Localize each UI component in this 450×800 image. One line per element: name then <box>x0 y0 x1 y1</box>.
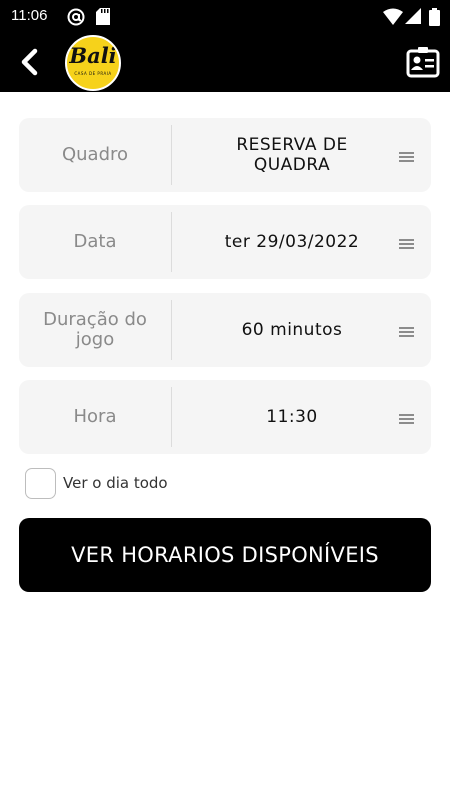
duration-label: Duração do jogo <box>43 309 147 350</box>
signal-icon <box>405 8 421 24</box>
whole-day-checkbox[interactable] <box>25 467 56 499</box>
whole-day-label: Ver o dia todo <box>63 474 168 492</box>
date-value: ter 29/03/2022 <box>224 232 360 252</box>
contact-card-button[interactable] <box>406 46 440 78</box>
time-value: 11:30 <box>266 407 318 427</box>
menu-lines-icon <box>399 414 414 425</box>
date-row[interactable]: Data ter 29/03/2022 <box>19 205 431 279</box>
show-available-times-button[interactable]: VER HORARIOS DISPONÍVEIS <box>19 518 431 592</box>
menu-lines-icon <box>399 152 414 163</box>
whole-day-option[interactable]: Ver o dia todo <box>25 467 168 499</box>
court-row[interactable]: Quadro RESERVA DE QUADRA <box>19 118 431 192</box>
logo-name: Bali <box>69 43 117 68</box>
sd-card-icon <box>96 8 110 25</box>
wifi-icon <box>383 8 403 25</box>
court-label: Quadro <box>61 144 129 165</box>
time-row[interactable]: Hora 11:30 <box>19 380 431 454</box>
contact-card-icon <box>406 47 440 78</box>
menu-lines-icon <box>399 327 414 338</box>
menu-lines-icon <box>399 239 414 250</box>
app-bar: Bali CASA DE PRAIA <box>0 32 450 92</box>
chevron-left-icon <box>21 48 38 76</box>
brand-logo: Bali CASA DE PRAIA <box>65 35 121 91</box>
court-value: RESERVA DE QUADRA <box>236 135 348 175</box>
back-button[interactable] <box>14 46 46 78</box>
battery-icon <box>429 8 440 26</box>
date-label: Data <box>73 231 117 252</box>
status-time: 11:06 <box>11 7 48 24</box>
duration-value: 60 minutos <box>241 320 343 340</box>
duration-row[interactable]: Duração do jogo 60 minutos <box>19 293 431 367</box>
logo-tagline: CASA DE PRAIA <box>74 71 112 76</box>
time-label: Hora <box>73 406 117 427</box>
at-sign-icon <box>67 8 85 26</box>
status-bar: 11:06 <box>0 0 450 32</box>
